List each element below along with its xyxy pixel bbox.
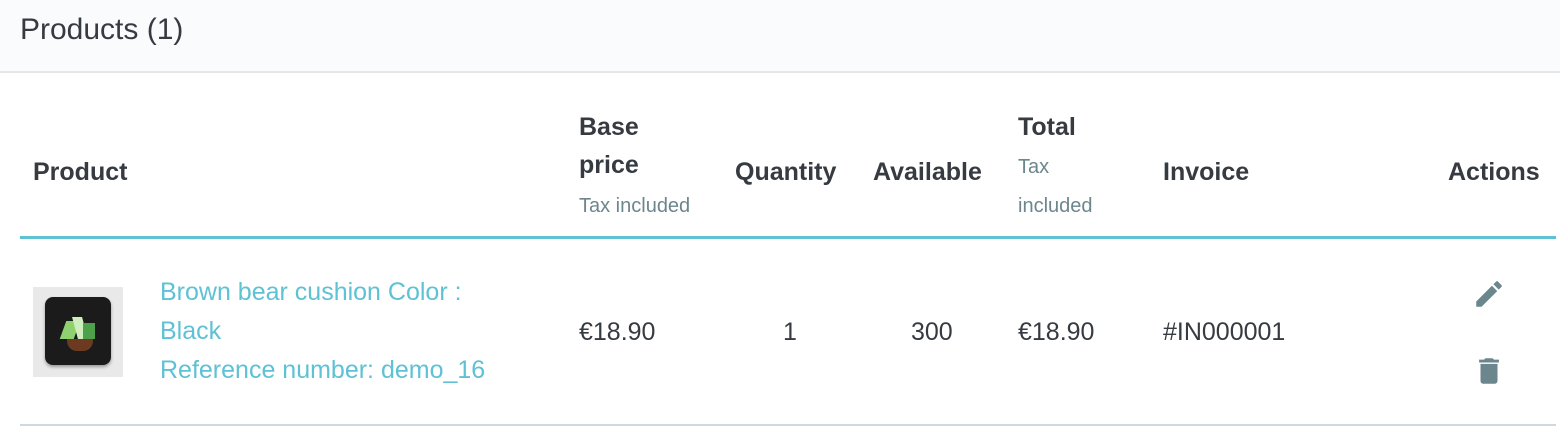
trash-icon[interactable] <box>1472 353 1506 389</box>
column-header-base-price-line1: Base <box>579 113 639 141</box>
available-value: 300 <box>911 318 953 346</box>
column-header-product: Product <box>33 158 128 186</box>
column-header-total: Total <box>1018 113 1076 141</box>
column-header-base-price-line2: price <box>579 151 639 179</box>
column-subheader-total-line1: Tax <box>1018 156 1050 178</box>
column-header-quantity: Quantity <box>735 158 837 186</box>
base-price-value: €18.90 <box>579 318 656 346</box>
column-subheader-base-price: Tax included <box>579 195 691 217</box>
cushion-image <box>45 297 111 365</box>
column-header-invoice: Invoice <box>1163 158 1250 186</box>
row-divider <box>20 424 1556 426</box>
column-header-actions: Actions <box>1448 158 1540 186</box>
panel-header: Products (1) <box>0 0 1560 73</box>
quantity-value: 1 <box>783 318 797 346</box>
panel-title: Products (1) <box>20 13 184 46</box>
table-header-divider <box>20 236 1556 239</box>
pencil-icon[interactable] <box>1472 277 1506 311</box>
invoice-value: #IN000001 <box>1163 318 1286 346</box>
product-reference: Reference number: demo_16 <box>160 356 486 384</box>
column-header-available: Available <box>873 158 982 186</box>
total-value: €18.90 <box>1018 318 1095 346</box>
product-name-line2: Black <box>160 317 222 345</box>
column-subheader-total-line2: included <box>1018 195 1093 217</box>
product-name-link[interactable]: Brown bear cushion Color : Black Referen… <box>160 273 485 390</box>
product-thumbnail[interactable] <box>33 287 123 377</box>
product-name-line1: Brown bear cushion Color : <box>160 278 462 306</box>
products-panel: Products (1) Product Base price Tax incl… <box>0 0 1560 432</box>
